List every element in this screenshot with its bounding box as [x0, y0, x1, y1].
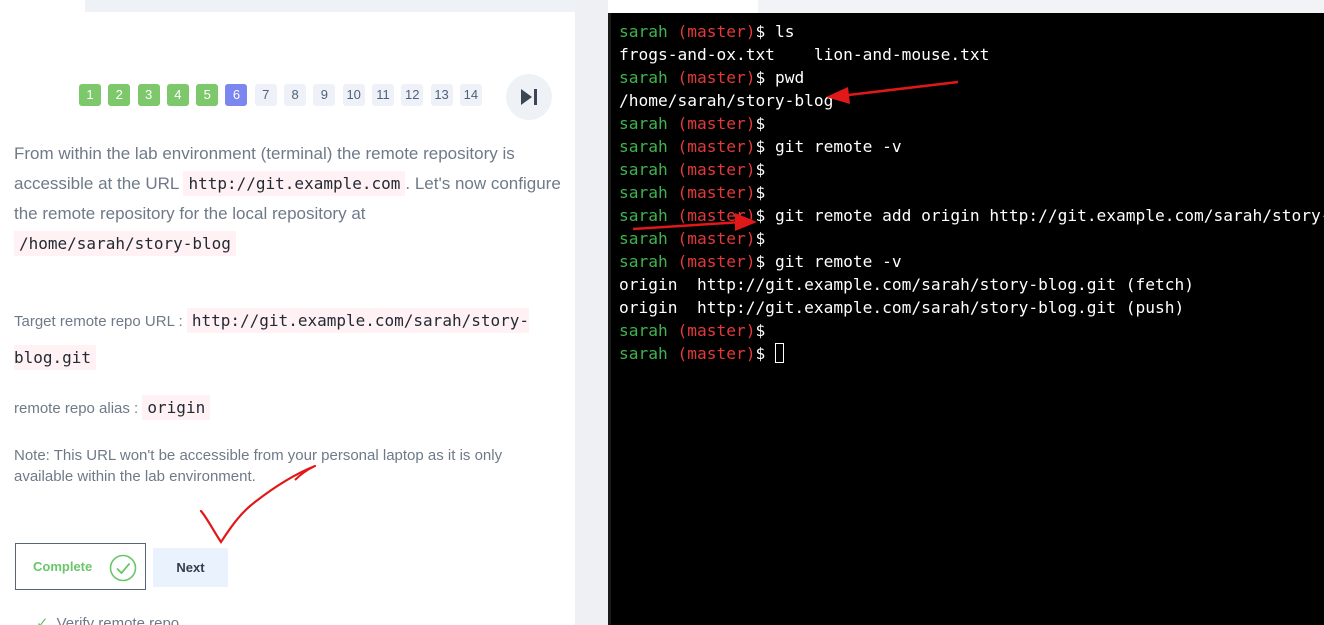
prompt-symbol: $ [755, 68, 775, 87]
panel-divider [575, 0, 608, 625]
prompt-branch: (master) [677, 206, 756, 225]
prompt-symbol: $ [755, 229, 766, 248]
terminal-cursor [774, 343, 784, 363]
prompt-branch: (master) [677, 114, 756, 133]
prompt-symbol: $ [755, 137, 775, 156]
panel-top-bar [85, 0, 575, 12]
alias-label: remote repo alias : [14, 400, 139, 417]
prompt-branch: (master) [677, 229, 756, 248]
page-1-button[interactable]: 1 [79, 84, 101, 106]
prompt-user: sarah [619, 22, 668, 41]
complete-label: Complete [33, 559, 93, 574]
red-checkmark-annotation [199, 464, 317, 544]
prompt-branch: (master) [677, 137, 756, 156]
terminal-line: frogs-and-ox.txt lion-and-mouse.txt [619, 43, 1324, 66]
skip-to-end-button[interactable] [506, 74, 552, 120]
command-output: origin http://git.example.com/sarah/stor… [619, 275, 1194, 294]
terminal-line: sarah (master)$ [619, 319, 1324, 342]
terminal-line: origin http://git.example.com/sarah/stor… [619, 296, 1324, 319]
page-4-button[interactable]: 4 [166, 84, 189, 106]
command-text: git remote -v [774, 137, 902, 156]
terminal-line: /home/sarah/story-blog [619, 89, 1324, 112]
page-11-button[interactable]: 11 [371, 84, 394, 106]
next-button[interactable]: Next [153, 548, 228, 587]
target-url-row: Target remote repo URL : http://git.exam… [14, 303, 559, 377]
page-12-button[interactable]: 12 [401, 84, 424, 106]
prompt-user: sarah [619, 229, 668, 248]
prompt-user: sarah [619, 206, 668, 225]
page-6-button[interactable]: 6 [225, 84, 248, 106]
terminal-line: sarah (master)$ git remote -v [619, 135, 1324, 158]
prompt-branch: (master) [677, 160, 756, 179]
page-10-button[interactable]: 10 [342, 84, 365, 106]
prompt-symbol: $ [755, 344, 775, 363]
lab-question-panel: 1 2 3 4 5 6 7 8 9 10 11 12 13 14 From within the lab … [0, 0, 575, 625]
prompt-branch: (master) [677, 344, 756, 363]
prompt-branch: (master) [677, 252, 756, 271]
page-7-button[interactable]: 7 [254, 84, 277, 106]
terminal-line: sarah (master)$ [619, 227, 1324, 250]
terminal-output: sarah (master)$ ls frogs-and-ox.txt lion-… [619, 20, 1324, 365]
terminal-line: origin http://git.example.com/sarah/stor… [619, 273, 1324, 296]
command-text: pwd [774, 68, 805, 87]
terminal-line: sarah (master)$ [619, 158, 1324, 181]
command-text: git remote -v [774, 252, 902, 271]
prompt-user: sarah [619, 252, 668, 271]
prompt-user: sarah [619, 321, 668, 340]
command-text: ls [774, 22, 795, 41]
terminal-line: sarah (master)$ [619, 112, 1324, 135]
prompt-symbol: $ [755, 183, 766, 202]
prompt-branch: (master) [677, 68, 756, 87]
prompt-user: sarah [619, 183, 668, 202]
page-14-button[interactable]: 14 [459, 84, 482, 106]
prompt-symbol: $ [755, 252, 775, 271]
prompt-symbol: $ [755, 22, 775, 41]
target-url-label: Target remote repo URL : [14, 313, 183, 330]
alias-row: remote repo alias : origin [14, 393, 211, 424]
command-output: /home/sarah/story-blog [619, 91, 834, 110]
command-output: frogs-and-ox.txt lion-and-mouse.txt [619, 45, 990, 64]
next-task-item[interactable]: ✓ Verify remote repo [36, 614, 179, 625]
terminal[interactable]: sarah (master)$ ls frogs-and-ox.txt lion-… [608, 13, 1324, 625]
prompt-symbol: $ [755, 321, 766, 340]
terminal-line: sarah (master)$ ls [619, 20, 1324, 43]
command-text: git remote add origin http://git.example… [774, 206, 1324, 225]
next-task-label: Verify remote repo [56, 615, 180, 625]
terminal-line: sarah (master)$ git remote -v [619, 250, 1324, 273]
prompt-symbol: $ [755, 114, 766, 133]
skip-to-end-icon [521, 89, 537, 105]
page-5-button[interactable]: 5 [196, 84, 219, 106]
page-13-button[interactable]: 13 [430, 84, 453, 106]
prompt-user: sarah [619, 137, 668, 156]
git-server-url: http://git.example.com [183, 171, 406, 196]
page-2-button[interactable]: 2 [108, 84, 131, 106]
alias-value: origin [142, 395, 211, 420]
prompt-user: sarah [619, 68, 668, 87]
check-circle-icon [109, 554, 137, 582]
question-text: From within the lab environment (termina… [14, 139, 564, 259]
prompt-user: sarah [619, 114, 668, 133]
prompt-symbol: $ [755, 160, 766, 179]
command-output: origin http://git.example.com/sarah/stor… [619, 298, 1185, 317]
terminal-tab-strip [608, 0, 1324, 13]
check-icon: ✓ [36, 615, 49, 625]
prompt-branch: (master) [677, 183, 756, 202]
page-3-button[interactable]: 3 [137, 84, 160, 106]
terminal-line: sarah (master)$ [619, 342, 1324, 365]
page-8-button[interactable]: 8 [284, 84, 307, 106]
terminal-line: sarah (master)$ pwd [619, 66, 1324, 89]
prompt-branch: (master) [677, 22, 756, 41]
prompt-branch: (master) [677, 321, 756, 340]
prompt-user: sarah [619, 160, 668, 179]
terminal-line: sarah (master)$ git remote add origin ht… [619, 204, 1324, 227]
question-pager: 1 2 3 4 5 6 7 8 9 10 11 12 13 14 [79, 84, 489, 108]
terminal-line: sarah (master)$ [619, 181, 1324, 204]
prompt-symbol: $ [755, 206, 775, 225]
page-9-button[interactable]: 9 [313, 84, 336, 106]
terminal-tab-bar [758, 0, 1324, 13]
prompt-user: sarah [619, 344, 668, 363]
local-repo-path: /home/sarah/story-blog [14, 231, 236, 256]
complete-button[interactable]: Complete [15, 543, 146, 590]
